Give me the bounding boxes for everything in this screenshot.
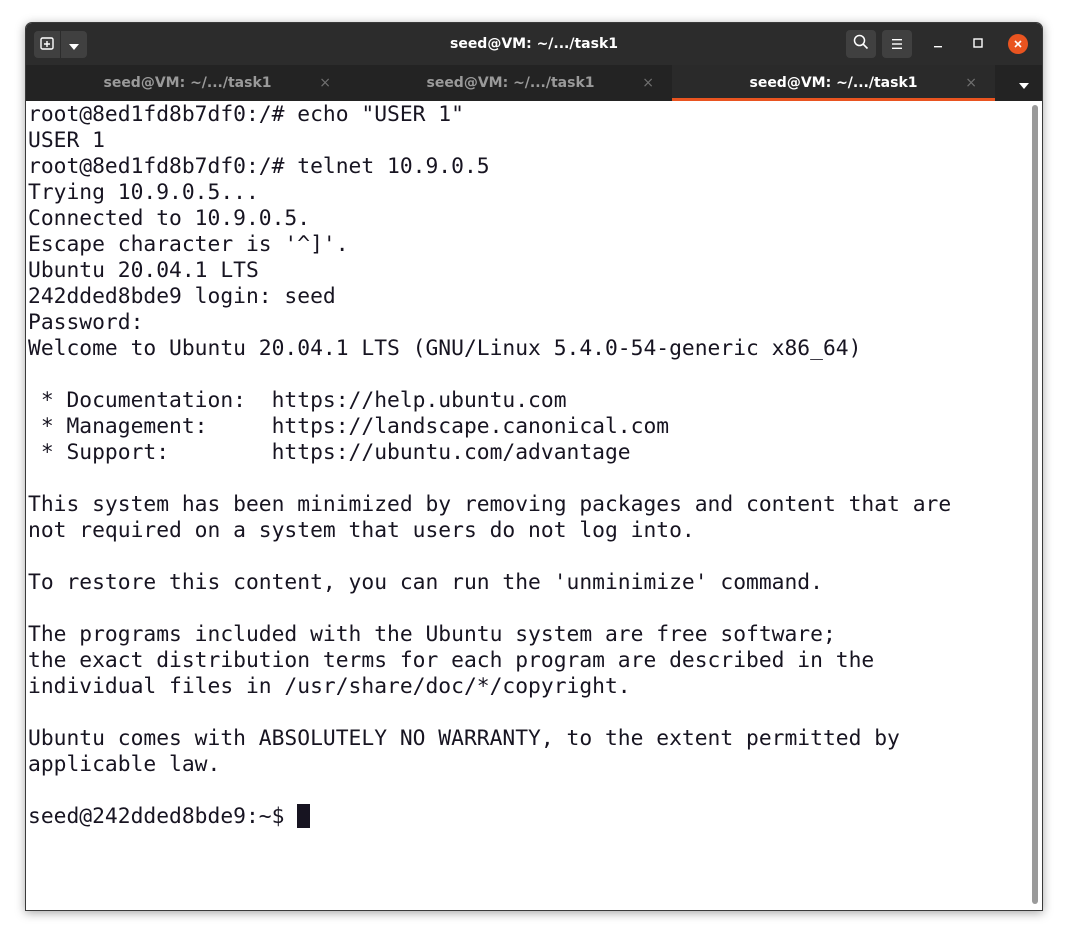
vertical-scrollbar[interactable] [1032,103,1040,906]
tab-close-icon[interactable]: × [642,65,654,101]
menu-button[interactable] [882,30,912,58]
terminal-line: * Support: https://ubuntu.com/advantage [28,440,631,465]
tab-close-icon[interactable]: × [965,65,977,101]
tab-label: seed@VM: ~/.../task1 [103,75,272,91]
chevron-down-icon [1019,74,1029,93]
tab-label: seed@VM: ~/.../task1 [749,75,918,91]
terminal-line: USER 1 [28,128,105,153]
terminal-lines: root@8ed1fd8b7df0:/# echo "USER 1" USER … [28,102,951,777]
window-controls [840,30,1032,58]
terminal-line: * Management: https://landscape.canonica… [28,414,670,439]
shell-prompt: seed@242dded8bde9:~$ [28,804,298,829]
tab-bar: seed@VM: ~/.../task1 × seed@VM: ~/.../ta… [26,65,1042,101]
terminal-line: Ubuntu 20.04.1 LTS [28,258,259,283]
close-icon [1008,34,1028,54]
tab-options-dropdown-button[interactable] [61,31,87,58]
terminal-window: seed@VM: ~/.../task1 seed@VM: ~/.../task… [25,22,1043,911]
terminal-line: This system has been minimized by removi… [28,492,952,517]
chevron-down-icon [69,35,79,54]
scrollbar-thumb[interactable] [1032,105,1038,904]
terminal-line: Connected to 10.9.0.5. [28,206,311,231]
maximize-icon [973,36,983,52]
text-cursor [297,804,311,828]
terminal-line: Trying 10.9.0.5... [28,180,259,205]
title-bar[interactable]: seed@VM: ~/.../task1 [26,23,1042,65]
tab-list-dropdown-button[interactable] [1006,65,1042,101]
minimize-button[interactable] [924,30,952,58]
terminal-line: Welcome to Ubuntu 20.04.1 LTS (GNU/Linux… [28,336,862,361]
maximize-button[interactable] [964,30,992,58]
new-tab-icon [40,35,54,54]
terminal-output[interactable]: root@8ed1fd8b7df0:/# echo "USER 1" USER … [26,101,1029,910]
terminal-line: not required on a system that users do n… [28,518,695,543]
tab-close-icon[interactable]: × [319,65,331,101]
tab-1[interactable]: seed@VM: ~/.../task1 × [26,65,349,101]
terminal-text: root@8ed1fd8b7df0:/# echo "USER 1" USER … [26,101,1029,830]
terminal-line: To restore this content, you can run the… [28,570,823,595]
search-icon [853,34,869,54]
terminal-line: Ubuntu comes with ABSOLUTELY NO WARRANTY… [28,726,900,751]
terminal-line: * Documentation: https://help.ubuntu.com [28,388,567,413]
new-tab-button-group [34,31,87,58]
minimize-icon [933,36,943,52]
terminal-line: root@8ed1fd8b7df0:/# echo "USER 1" [28,102,464,127]
close-window-button[interactable] [1004,30,1032,58]
terminal-line: applicable law. [28,752,221,777]
tab-label: seed@VM: ~/.../task1 [426,75,595,91]
terminal-line: individual files in /usr/share/doc/*/cop… [28,674,631,699]
terminal-line: 242dded8bde9 login: seed [28,284,336,309]
hamburger-icon [890,35,904,54]
terminal-line: The programs included with the Ubuntu sy… [28,622,836,647]
terminal-line: the exact distribution terms for each pr… [28,648,875,673]
terminal-line: Password: [28,310,157,335]
search-button[interactable] [846,30,876,58]
tab-2[interactable]: seed@VM: ~/.../task1 × [349,65,672,101]
terminal-line: Escape character is '^]'. [28,232,349,257]
new-tab-button[interactable] [34,31,60,58]
terminal-line: root@8ed1fd8b7df0:/# telnet 10.9.0.5 [28,154,490,179]
tab-3-active[interactable]: seed@VM: ~/.../task1 × [672,65,995,101]
